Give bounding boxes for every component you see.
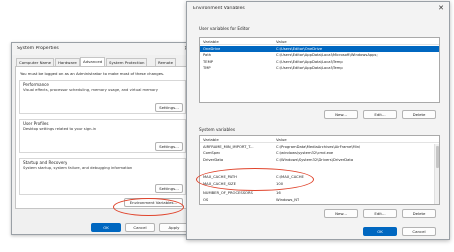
user-profiles-group: User Profiles Desktop settings related t…: [19, 119, 186, 153]
variable-value: 16: [276, 190, 281, 195]
performance-title: Performance: [23, 82, 49, 87]
performance-group: Performance Visual effects, processor sc…: [19, 80, 186, 114]
window-title: Environment Variables: [193, 6, 245, 11]
user-profiles-desc: Desktop settings related to your sign-in: [23, 127, 97, 131]
tab-system-protection[interactable]: System Protection: [106, 58, 148, 66]
column-variable[interactable]: Variable: [203, 39, 219, 44]
performance-settings-button[interactable]: Settings...: [155, 103, 183, 112]
variable-name: DriverData: [203, 158, 224, 163]
list-item[interactable]: TEMP C:\Users\Editor\AppData\Local\Temp: [200, 59, 439, 65]
list-item[interactable]: ComSpec C:\windows\system32\cmd.exe: [200, 151, 439, 157]
scroll-thumb[interactable]: [436, 146, 439, 168]
list-item[interactable]: Path C:\Users\Editor\AppData\Local\Micro…: [200, 53, 439, 59]
user-profiles-title: User Profiles: [23, 121, 49, 126]
variable-value: C:\Users\Editor\AppData\Local\Temp: [276, 59, 343, 64]
user-edit-button[interactable]: Edit...: [363, 110, 397, 119]
startup-recovery-desc: System startup, system failure, and debu…: [23, 166, 133, 170]
startup-recovery-settings-button[interactable]: Settings...: [155, 184, 183, 193]
variable-name: OS: [203, 197, 209, 202]
variable-value: C:\Windows\System32\Drivers\DriverData: [276, 158, 354, 163]
ok-button[interactable]: OK: [363, 227, 397, 236]
column-value[interactable]: Value: [276, 39, 287, 44]
system-properties-titlebar: System Properties ✕: [12, 43, 193, 55]
max-cache-highlight: [196, 168, 314, 191]
variable-name: TMP: [203, 66, 211, 71]
list-item[interactable]: OS Windows_NT: [200, 197, 439, 203]
user-delete-button[interactable]: Delete: [402, 110, 436, 119]
tab-computer-name[interactable]: Computer Name: [16, 58, 55, 66]
admin-note: You must be logged on as an Administrato…: [20, 71, 165, 76]
tab-remote[interactable]: Remote: [155, 58, 177, 66]
list-item[interactable]: OneDrive C:\Users\Editor\OneDrive: [200, 46, 439, 53]
variable-name: OneDrive: [203, 46, 221, 51]
system-variables-label: System variables: [199, 127, 236, 132]
variable-value: C:\ProgramData\MediaArchives\AirFrame\Mi…: [276, 144, 361, 149]
system-edit-button[interactable]: Edit...: [363, 209, 397, 218]
variable-value: C:\Users\Editor\AppData\Local\Temp: [276, 66, 343, 71]
variable-value: C:\Users\Editor\OneDrive: [276, 46, 323, 51]
list-item[interactable]: AIRFRAME_MIN_IMPORT_T... C:\ProgramData\…: [200, 144, 439, 150]
column-value[interactable]: Value: [276, 137, 287, 142]
list-item[interactable]: NUMBER_OF_PROCESSORS 16: [200, 190, 439, 196]
variable-value: Windows_NT: [276, 197, 300, 202]
performance-desc: Visual effects, processor scheduling, me…: [23, 88, 158, 92]
variable-name: AIRFRAME_MIN_IMPORT_T...: [203, 144, 254, 149]
startup-recovery-title: Startup and Recovery: [23, 160, 68, 165]
startup-recovery-group: Startup and Recovery System startup, sys…: [19, 158, 186, 195]
variable-name: NUMBER_OF_PROCESSORS: [203, 190, 253, 195]
environment-variables-window: Environment Variables ✕ User variables f…: [186, 1, 450, 240]
system-delete-button[interactable]: Delete: [402, 209, 436, 218]
column-variable[interactable]: Variable: [203, 137, 219, 142]
ok-button[interactable]: OK: [91, 223, 121, 232]
list-header: Variable Value: [200, 136, 439, 143]
user-variables-list[interactable]: Variable Value OneDrive C:\Users\Editor\…: [199, 37, 440, 103]
list-header: Variable Value: [200, 38, 439, 45]
window-title: System Properties: [17, 46, 59, 51]
user-new-button[interactable]: New...: [324, 110, 358, 119]
list-item[interactable]: TMP C:\Users\Editor\AppData\Local\Temp: [200, 66, 439, 72]
close-icon[interactable]: ✕: [438, 4, 444, 12]
list-item[interactable]: DriverData C:\Windows\System32\Drivers\D…: [200, 158, 439, 164]
advanced-tab-panel: You must be logged on as an Administrato…: [15, 66, 190, 209]
cancel-button[interactable]: Cancel: [402, 227, 436, 236]
environment-variables-titlebar: Environment Variables ✕: [187, 2, 449, 15]
user-variables-label: User variables for Editor: [199, 26, 250, 31]
variable-name: TEMP: [203, 59, 213, 64]
tab-advanced[interactable]: Advanced: [80, 57, 106, 66]
cancel-button[interactable]: Cancel: [125, 223, 155, 232]
user-profiles-settings-button[interactable]: Settings...: [155, 142, 183, 151]
tab-hardware[interactable]: Hardware: [55, 58, 80, 66]
system-new-button[interactable]: New...: [324, 209, 358, 218]
variable-value: C:\Users\Editor\AppData\Local\Microsoft\…: [276, 53, 378, 58]
variable-name: Path: [203, 53, 212, 58]
env-button-highlight: [113, 198, 184, 216]
scrollbar[interactable]: [434, 144, 439, 204]
apply-button[interactable]: Apply: [159, 223, 189, 232]
variable-value: C:\windows\system32\cmd.exe: [276, 151, 334, 156]
variable-name: ComSpec: [203, 151, 221, 156]
